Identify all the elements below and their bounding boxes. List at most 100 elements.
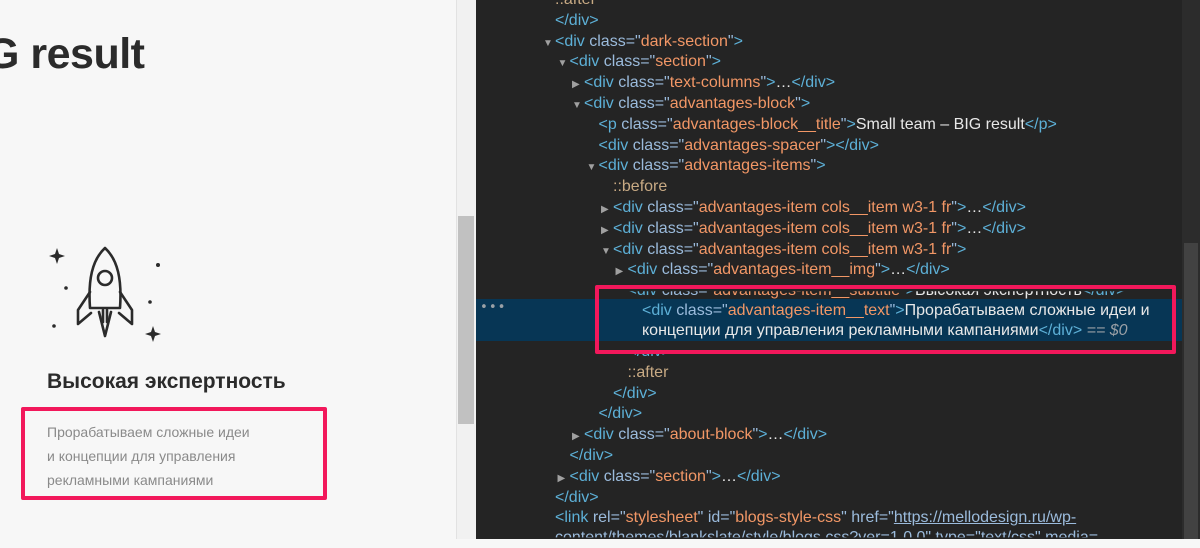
dom-node-line[interactable]: </div> (587, 404, 643, 424)
tag-bracket: </ (791, 74, 806, 92)
attr-quote: " (841, 509, 847, 527)
collapse-triangle-icon[interactable]: ▶ (601, 200, 613, 220)
tag-bracket: < (613, 199, 623, 216)
dom-node-line[interactable]: </div> (558, 446, 614, 466)
attr-quote: =" (878, 509, 894, 527)
collapse-triangle-icon[interactable]: ▶ (616, 262, 628, 282)
dom-node-line[interactable]: ▼ <div class="advantages-item cols__item … (601, 240, 966, 260)
expand-triangle-icon[interactable]: ▼ (558, 54, 570, 74)
dom-node-line[interactable]: ▼ <div class="section"> (558, 52, 721, 72)
attr-name: class (589, 32, 626, 50)
tag-name: div (622, 240, 643, 258)
tag-name: div (996, 199, 1017, 216)
tag-bracket: > (711, 467, 721, 485)
tag-bracket: </ (1024, 115, 1039, 133)
attr-value: advantages-item__img (713, 261, 876, 279)
dom-node-line[interactable]: ::after (543, 0, 596, 10)
tag-bracket: > (956, 199, 967, 216)
attr-name: class (647, 240, 684, 258)
attr-value: section (655, 467, 706, 485)
page-scrollbar-thumb[interactable] (458, 216, 474, 424)
collapse-triangle-icon[interactable]: ▶ (572, 427, 584, 447)
attr-value: dark-section (640, 32, 728, 50)
dom-node-line[interactable]: <link rel="stylesheet" id="blogs-style-c… (543, 508, 1076, 528)
tag-name: div (578, 53, 600, 71)
dom-node-line[interactable]: </div> (543, 488, 599, 508)
devtools-scrollbar-thumb[interactable] (1184, 243, 1198, 539)
collapsed-ellipsis: … (775, 74, 792, 92)
tag-name: div (626, 384, 648, 402)
dom-node-line[interactable]: ▼ <div class="advantages-block"> (572, 94, 810, 114)
attr-name: class (632, 136, 670, 154)
page-heading: G result (0, 30, 145, 78)
tag-bracket: > (880, 261, 891, 279)
tag-bracket: < (598, 157, 608, 175)
pseudo-element: ::before (613, 178, 668, 196)
attr-name: class (647, 199, 684, 216)
dom-node-line[interactable]: ▼ <div class="dark-section"> (543, 32, 743, 52)
expand-triangle-icon[interactable]: ▼ (587, 158, 599, 178)
dom-node-line[interactable]: ::before (601, 177, 667, 197)
attr-name: class (603, 467, 641, 485)
attr-quote: =" (640, 467, 656, 485)
dom-node-line[interactable]: </div> (543, 11, 599, 31)
collapse-triangle-icon[interactable]: ▶ (558, 469, 570, 489)
attr-value: stylesheet (625, 509, 698, 527)
tag-bracket: </ (906, 261, 920, 279)
dom-node-line[interactable]: ::after (616, 363, 669, 383)
tag-name: div (797, 426, 818, 444)
expand-triangle-icon[interactable]: ▼ (572, 96, 584, 116)
href-link[interactable]: https://mellodesign.ru/wp- (894, 509, 1076, 526)
collapsed-ellipsis: … (720, 467, 737, 485)
attr-value: advantages-item cols__item w3-1 fr (698, 240, 952, 258)
tag-bracket: < (584, 426, 594, 444)
tag-bracket: > (589, 11, 599, 29)
dom-node-line[interactable]: ▶ <div class="section">…</div> (558, 467, 781, 487)
collapsed-ellipsis: … (767, 426, 784, 444)
expand-triangle-icon[interactable]: ▼ (543, 34, 555, 54)
attr-value: advantages-block (669, 95, 796, 112)
dom-node-line[interactable]: ▶ <div class="advantages-item cols__item … (601, 198, 1026, 218)
dom-node-line[interactable]: ▼ <div class="advantages-items"> (587, 156, 826, 176)
tag-bracket: < (613, 240, 623, 258)
tag-name: div (578, 467, 600, 485)
tag-name: div (622, 199, 643, 216)
tag-bracket: > (632, 405, 643, 423)
attr-quote: =" (669, 136, 685, 154)
dom-node-line[interactable]: </div> (601, 384, 657, 404)
tag-bracket: > (711, 53, 721, 71)
attr-quote: =" (654, 95, 670, 112)
tag-name: div (593, 74, 614, 92)
tag-name: div (593, 95, 614, 112)
dom-node-line[interactable]: <p class="advantages-block__title">Small… (587, 115, 1057, 135)
collapse-triangle-icon[interactable]: ▶ (572, 75, 584, 95)
highlight-box-code (595, 285, 1176, 354)
attr-name: class (647, 219, 684, 237)
attr-value: advantages-item cols__item w3-1 fr (698, 219, 952, 237)
tag-bracket: > (956, 240, 967, 258)
highlight-box-text (21, 407, 327, 500)
dom-node-line[interactable]: ▶ <div class="text-columns">…</div> (572, 73, 835, 93)
dom-node-line[interactable]: ▶ <div class="advantages-item__img">…</di… (616, 260, 950, 280)
attr-value: advantages-item cols__item w3-1 fr (698, 199, 952, 216)
tag-bracket: < (598, 115, 608, 133)
dom-node-line[interactable]: ▶ <div class="advantages-item cols__item … (601, 219, 1026, 239)
tag-bracket: < (584, 95, 594, 112)
tag-bracket: > (647, 384, 657, 402)
attr-value: text-columns (669, 74, 761, 92)
collapse-triangle-icon[interactable]: ▶ (601, 221, 613, 241)
tag-name: div (919, 261, 941, 279)
node-actions-ellipsis[interactable]: ••• (480, 300, 506, 315)
expand-triangle-icon[interactable]: ▼ (601, 242, 613, 262)
dom-node-line[interactable]: <div class="advantages-spacer"></div> (587, 136, 879, 156)
tag-bracket: > (956, 219, 967, 237)
collapsed-ellipsis: … (890, 261, 907, 279)
tag-name: div (568, 488, 590, 506)
attr-name: class (661, 261, 699, 279)
attr-name: id (707, 509, 721, 527)
attr-quote: =" (698, 261, 714, 279)
tag-bracket: > (800, 95, 811, 112)
dom-node-line[interactable]: ▶ <div class="about-block">…</div> (572, 425, 827, 445)
attr-name: class (618, 74, 655, 92)
tag-name: div (805, 74, 826, 92)
